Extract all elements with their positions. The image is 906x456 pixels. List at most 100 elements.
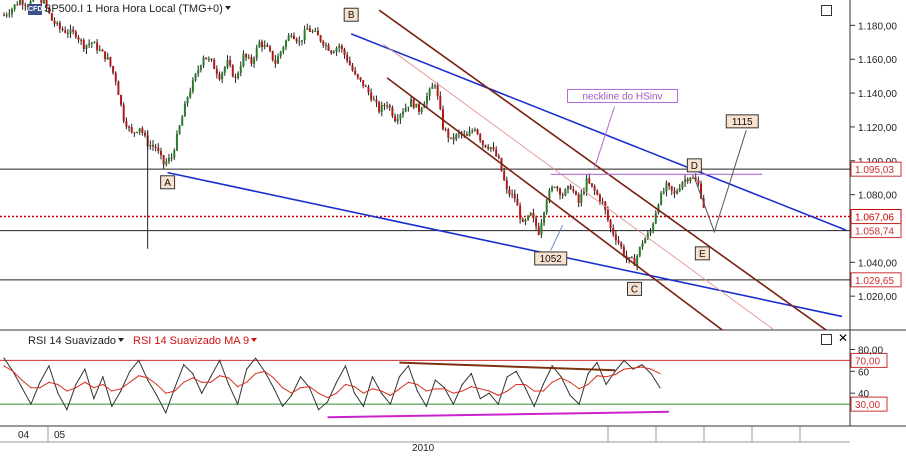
candle-body [505, 180, 508, 190]
candle-body [468, 131, 471, 136]
candle-body [511, 194, 514, 196]
rsi-point [560, 376, 562, 378]
maximize-panel-button[interactable] [821, 5, 832, 16]
candle-body [567, 185, 569, 190]
rsi-point [326, 396, 329, 399]
rsi-point [353, 392, 356, 394]
candle-body [495, 149, 498, 157]
annotation-label: 1115 [732, 117, 753, 128]
rsi-point [147, 377, 149, 379]
rsi-ma-indicator-label[interactable]: RSI 14 Suavizado MA 9 [133, 335, 258, 347]
rsi-point [308, 386, 311, 388]
rsi-point [75, 387, 77, 389]
rsi-point [237, 386, 239, 388]
rsi-point [623, 359, 625, 361]
rsi-indicator-label[interactable]: RSI 14 Suavizado [28, 335, 125, 347]
rsi-point [272, 377, 275, 379]
rsi-level-tag-label: 70,00 [855, 356, 880, 367]
rsi-indicator-text: RSI 14 Suavizado [28, 335, 117, 347]
candle-body [117, 81, 120, 95]
candle-body [10, 9, 13, 14]
candle-body [175, 133, 178, 151]
candle-body [553, 187, 556, 189]
candle-body [620, 242, 623, 247]
rsi-level-tag-label: 30,00 [855, 400, 880, 411]
rsi-point [272, 387, 275, 389]
rsi-point [299, 387, 302, 389]
candle-body [662, 191, 665, 194]
candle-body [311, 31, 314, 33]
y-tick-label: 1.140,00 [858, 89, 897, 100]
chart-title[interactable]: SP500.I 1 Hora Hora Local (TMG+0) [44, 3, 231, 15]
candle-body [436, 85, 439, 96]
rsi-point [138, 359, 140, 361]
candle-body [133, 132, 136, 134]
y-tick-label: 1.120,00 [858, 123, 897, 134]
candle-body [181, 116, 184, 126]
rsi-point [398, 388, 400, 390]
candle-body [622, 246, 625, 256]
rsi-point [264, 370, 266, 372]
rsi-point [57, 383, 59, 386]
candle-body [508, 189, 511, 195]
candle-body [407, 106, 410, 108]
y-tick-label: 1.180,00 [858, 21, 897, 32]
candle-body [170, 157, 173, 159]
candle-body [598, 194, 601, 202]
rsi-point [389, 394, 392, 396]
candle-body [16, 4, 19, 6]
candle-body [367, 87, 370, 93]
candle-body [455, 134, 458, 140]
annotation-label: neckline do HSinv [583, 91, 663, 102]
candle-body [90, 42, 93, 44]
candle-body [330, 50, 333, 54]
candle-body [559, 188, 562, 195]
rsi-point [371, 376, 374, 378]
annotation-label: C [631, 284, 638, 295]
candle-body [266, 45, 269, 47]
rsi-point [569, 381, 571, 383]
candle-body [58, 22, 61, 29]
candle-body [205, 57, 208, 60]
rsi-point [344, 365, 347, 367]
candle-body [290, 35, 293, 37]
rsi-point [129, 370, 131, 372]
rsi-point [434, 379, 436, 381]
rsi-maximize-panel-button[interactable] [821, 334, 832, 345]
rsi-point [533, 405, 535, 407]
rsi-point [542, 390, 544, 392]
candle-body [404, 107, 407, 112]
candle-body [125, 121, 128, 127]
rsi-point [506, 390, 508, 392]
close-icon[interactable]: ✕ [838, 332, 848, 344]
candle-body [159, 150, 162, 156]
candle-body [332, 51, 335, 54]
rsi-point [255, 372, 257, 375]
candle-body [545, 200, 548, 213]
rsi-point [120, 388, 122, 390]
broker-logo-icon: CFD [28, 4, 43, 15]
candle-body [418, 103, 421, 112]
rsi-point [192, 372, 194, 375]
rsi-point [57, 392, 59, 394]
candle-body [654, 213, 657, 224]
candle-body [72, 29, 75, 32]
candle-body [186, 97, 189, 104]
candle-body [372, 99, 375, 101]
rsi-point [237, 403, 239, 405]
candle-body [636, 255, 639, 266]
rsi-point [605, 376, 607, 378]
candle-body [114, 72, 117, 82]
candle-body [274, 59, 277, 64]
rsi-point [299, 376, 302, 378]
y-tick-label: 1.160,00 [858, 55, 897, 66]
rsi-point [21, 387, 23, 389]
candle-body [681, 182, 684, 189]
rsi-point [255, 357, 257, 359]
candle-body [109, 56, 112, 67]
candle-body [359, 77, 362, 81]
chart-background [0, 0, 906, 456]
y-tick-label: 1.020,00 [858, 292, 897, 303]
candle-body [519, 205, 522, 219]
candle-body [271, 50, 274, 60]
